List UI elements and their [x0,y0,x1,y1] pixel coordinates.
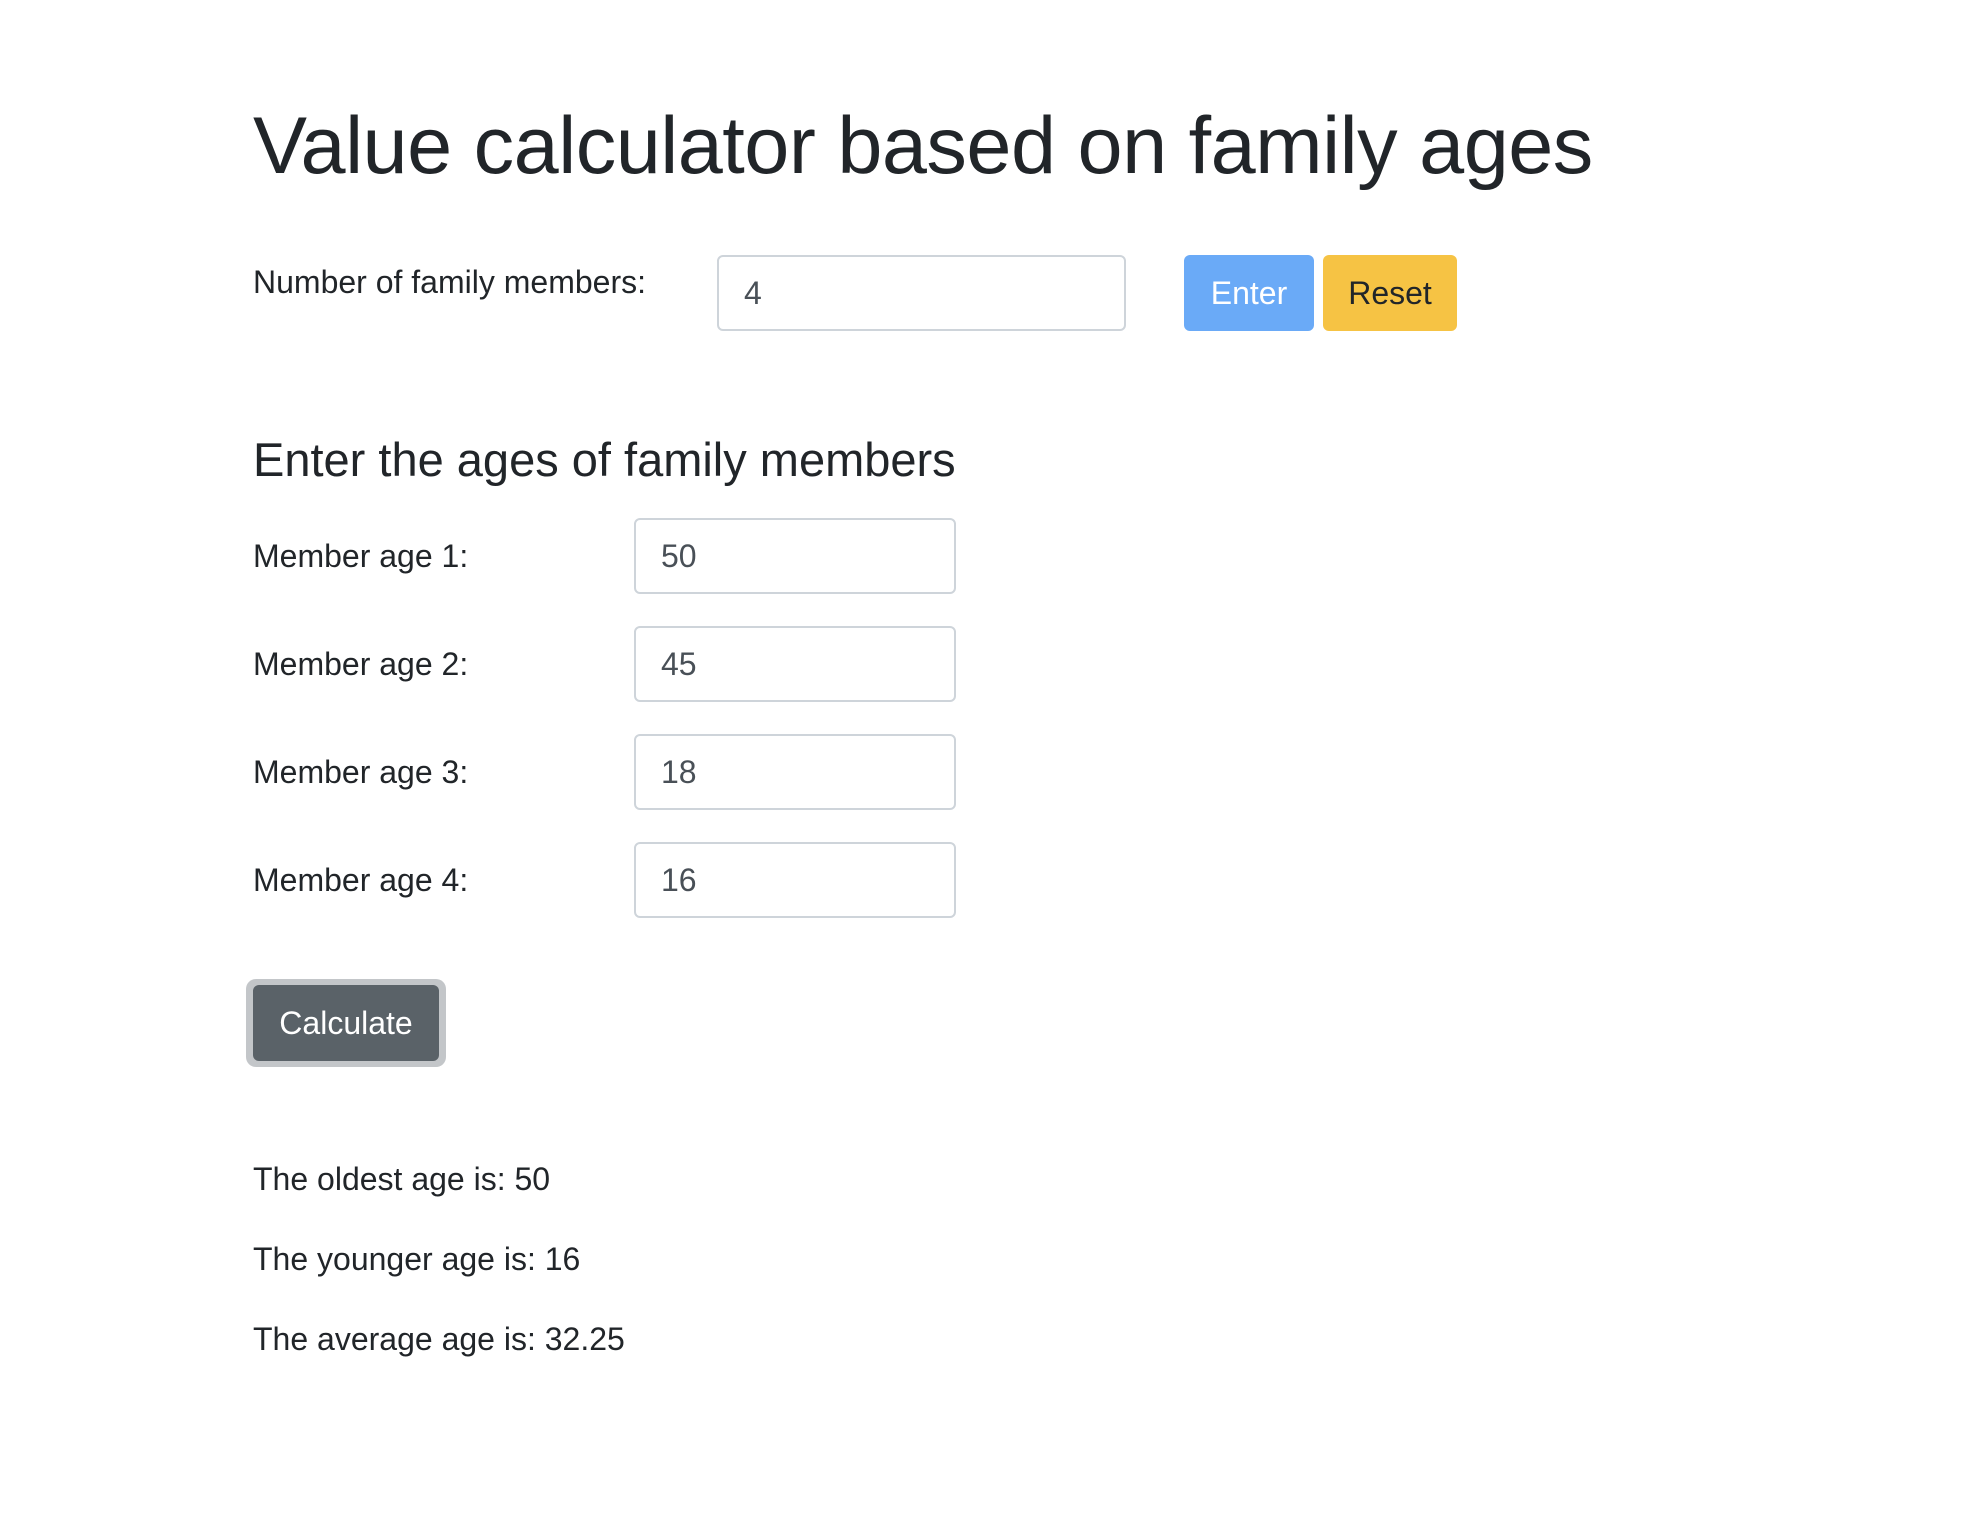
page-title: Value calculator based on family ages [253,101,1593,191]
member-age-input-3[interactable] [634,734,956,810]
member-age-input-4[interactable] [634,842,956,918]
member-age-label-1: Member age 1: [253,538,469,574]
family-count-row: Number of family members: Enter Reset [253,254,1553,332]
youngest-age-result: The younger age is: 16 [253,1241,581,1277]
reset-button[interactable]: Reset [1323,255,1457,331]
member-age-input-2[interactable] [634,626,956,702]
oldest-age-result: The oldest age is: 50 [253,1161,551,1197]
member-age-label-3: Member age 3: [253,754,469,790]
member-age-row-3: Member age 3: [253,734,956,810]
member-age-row-2: Member age 2: [253,626,956,702]
family-count-input[interactable] [717,255,1126,331]
calculate-button[interactable]: Calculate [253,985,439,1061]
member-age-label-4: Member age 4: [253,862,469,898]
calculate-button-focus-ring: Calculate [246,979,446,1067]
member-age-row-4: Member age 4: [253,842,956,918]
average-age-result: The average age is: 32.25 [253,1321,625,1357]
member-age-input-1[interactable] [634,518,956,594]
member-age-row-1: Member age 1: [253,518,956,594]
member-age-label-2: Member age 2: [253,646,469,682]
enter-button[interactable]: Enter [1184,255,1314,331]
member-ages-heading: Enter the ages of family members [253,433,956,486]
family-count-label: Number of family members: [253,264,646,300]
